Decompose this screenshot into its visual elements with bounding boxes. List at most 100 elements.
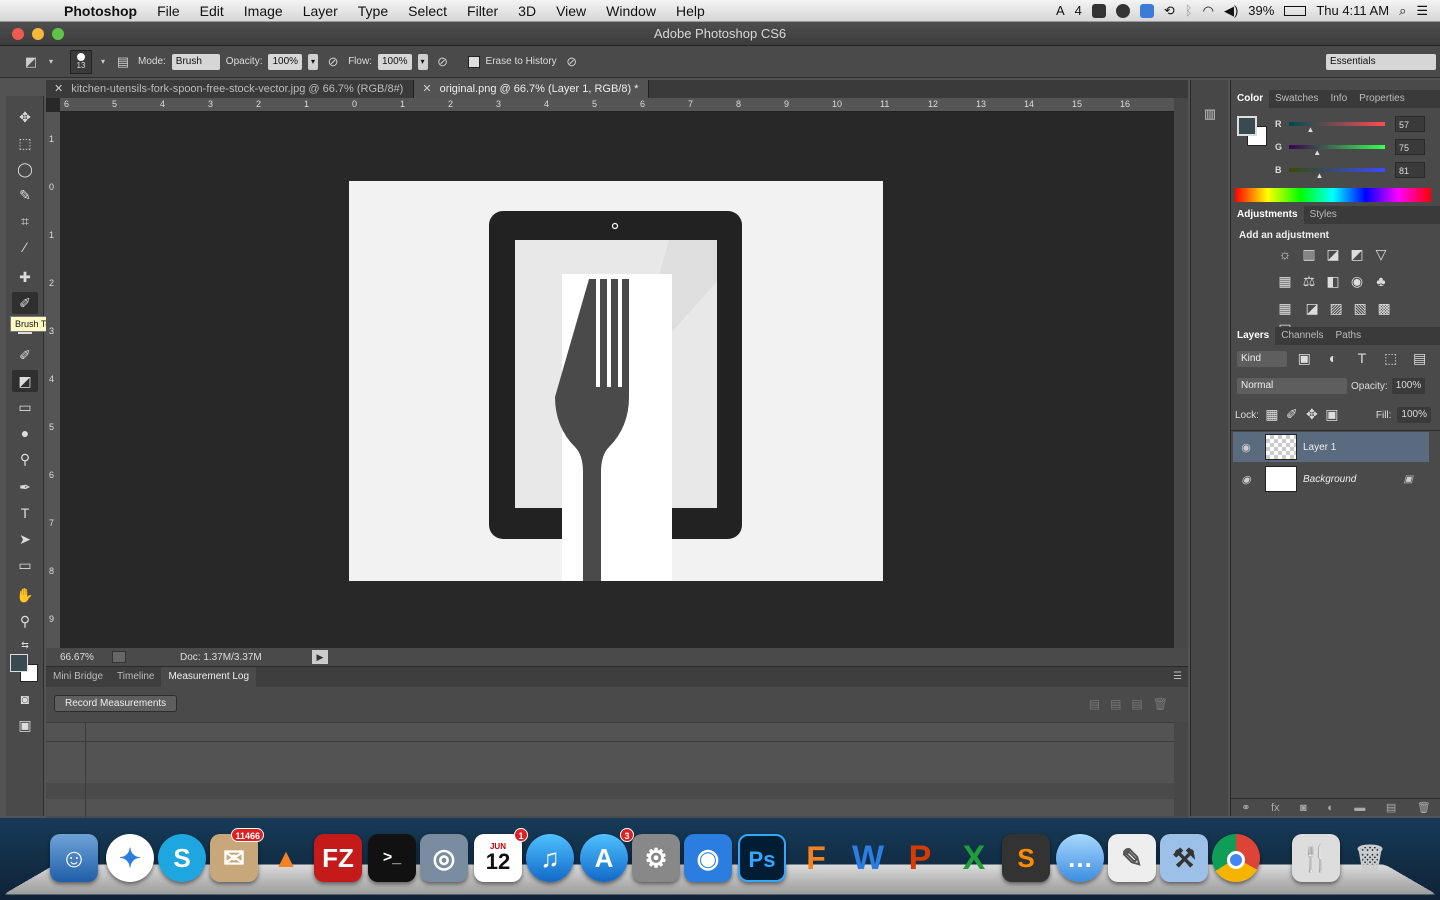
system-preferences-icon[interactable]: ⚙ xyxy=(632,834,680,882)
new-group-icon[interactable]: ▬ xyxy=(1354,802,1365,814)
flow-dropdown-icon[interactable]: ▾ xyxy=(417,53,428,70)
menu-window[interactable]: Window xyxy=(596,3,666,19)
brightness-icon[interactable]: ☼ xyxy=(1273,246,1297,264)
excel-icon[interactable]: X xyxy=(950,834,998,882)
filter-type-icon[interactable]: T xyxy=(1351,350,1374,368)
blue-track[interactable]: ▲ xyxy=(1289,168,1385,180)
mail-icon[interactable]: ✉ 11466 xyxy=(210,828,264,882)
color-lookup-icon[interactable]: ▦ xyxy=(1273,300,1297,318)
red-track[interactable]: ▲ xyxy=(1289,122,1385,134)
finder-icon[interactable]: ☺ xyxy=(50,834,98,882)
dodge-tool-icon[interactable]: ⚲ xyxy=(12,448,38,470)
vertical-ruler[interactable]: 1 0 1 2 3 4 5 6 7 8 9 xyxy=(46,112,60,648)
menu-file[interactable]: File xyxy=(147,3,190,19)
healing-brush-tool-icon[interactable]: ✚ xyxy=(12,266,38,288)
powerpoint-icon[interactable]: P xyxy=(896,834,944,882)
layer-row-layer-1[interactable]: ◉ Layer 1 xyxy=(1233,432,1429,462)
swap-colors-icon[interactable]: ⇆ xyxy=(12,634,38,656)
slider-thumb-icon[interactable]: ▲ xyxy=(1315,171,1323,180)
pressure-size-icon[interactable]: ⊘ xyxy=(563,54,581,70)
wifi-icon[interactable]: ◠ xyxy=(1203,3,1214,19)
tab-info[interactable]: Info xyxy=(1324,90,1353,108)
battery-icon[interactable] xyxy=(1284,5,1307,16)
gradient-tool-icon[interactable]: ▭ xyxy=(12,396,38,418)
history-panel-icon[interactable]: ▥ xyxy=(1201,106,1219,124)
black-white-icon[interactable]: ◧ xyxy=(1321,273,1345,291)
type-tool-icon[interactable]: T xyxy=(12,502,38,524)
status-menu-arrow-icon[interactable]: ▶ xyxy=(312,650,328,664)
lock-transparency-icon[interactable]: ▦ xyxy=(1265,406,1279,424)
screen-icon[interactable] xyxy=(1091,3,1106,18)
applications-folder-icon[interactable]: 🍴 xyxy=(1292,834,1340,882)
curves-icon[interactable]: ◪ xyxy=(1321,246,1345,264)
layer-filter-kind[interactable]: Kind xyxy=(1237,351,1287,367)
measurement-scrollbar[interactable] xyxy=(1174,722,1188,816)
blend-mode-select[interactable]: Normal xyxy=(1237,378,1347,394)
close-tab-icon[interactable]: ✕ xyxy=(54,83,63,95)
notification-center-icon[interactable]: ☰ xyxy=(1416,3,1428,19)
blue-value[interactable]: 81 xyxy=(1395,162,1425,178)
layer-name[interactable]: Layer 1 xyxy=(1303,442,1336,453)
minimize-window-icon[interactable] xyxy=(32,28,44,40)
vertical-scrollbar[interactable] xyxy=(1174,98,1188,648)
tab-styles[interactable]: Styles xyxy=(1304,206,1343,224)
exposure-icon[interactable]: ◩ xyxy=(1345,246,1369,264)
menu-select[interactable]: Select xyxy=(398,3,457,19)
tab-measurement-log[interactable]: Measurement Log xyxy=(161,667,257,687)
tab-color[interactable]: Color xyxy=(1231,90,1270,108)
opacity-input[interactable]: 100% xyxy=(268,53,303,70)
menu-filter[interactable]: Filter xyxy=(457,3,508,19)
screen-mode-icon[interactable]: ▣ xyxy=(12,714,38,736)
brush-preset-picker[interactable]: 13 xyxy=(70,49,92,74)
tab-channels[interactable]: Channels xyxy=(1275,327,1329,345)
lock-position-icon[interactable]: ✥ xyxy=(1305,406,1319,424)
marquee-tool-icon[interactable]: ⬚ xyxy=(12,132,38,154)
select-all-measurements-icon[interactable]: ▤ xyxy=(1089,697,1100,711)
move-tool-icon[interactable]: ✥ xyxy=(12,106,38,128)
red-value[interactable]: 57 xyxy=(1395,116,1425,132)
skype-icon[interactable]: S xyxy=(158,834,206,882)
preview-icon[interactable]: ◎ xyxy=(420,834,468,882)
zoom-tool-icon[interactable]: ⚲ xyxy=(12,610,38,632)
tab-mini-bridge[interactable]: Mini Bridge xyxy=(46,667,110,687)
green-value[interactable]: 75 xyxy=(1395,139,1425,155)
menu-layer[interactable]: Layer xyxy=(293,3,348,19)
levels-icon[interactable]: ▥ xyxy=(1297,246,1321,264)
trash-icon[interactable]: 🗑 xyxy=(1346,834,1394,882)
photoshop-icon[interactable]: Ps xyxy=(738,834,786,882)
textedit-icon[interactable]: ✎ xyxy=(1108,834,1156,882)
app-store-icon[interactable]: A3 xyxy=(580,828,634,882)
brush-picker-dropdown-icon[interactable]: ▾ xyxy=(98,54,108,70)
color-foreground-swatch[interactable] xyxy=(1237,116,1257,136)
adobe-status-icon[interactable]: A xyxy=(1056,3,1065,18)
time-machine-icon[interactable]: ⟲ xyxy=(1164,3,1175,19)
red-slider[interactable]: R ▲ 57 xyxy=(1275,114,1435,134)
itunes-icon[interactable]: ♫ xyxy=(526,834,574,882)
deselect-measurements-icon[interactable]: ▤ xyxy=(1110,697,1121,711)
foreground-color-swatch[interactable] xyxy=(10,654,28,672)
doc-tab-original[interactable]: ✕ original.png @ 66.7% (Layer 1, RGB/8) * xyxy=(414,80,650,98)
add-mask-icon[interactable]: ◙ xyxy=(1300,802,1307,814)
visibility-eye-icon[interactable]: ◉ xyxy=(1233,473,1259,486)
calendar-icon[interactable]: JUN 12 1 xyxy=(474,828,528,882)
zoom-level[interactable]: 66.67% xyxy=(46,652,104,663)
opacity-dropdown-icon[interactable]: ▾ xyxy=(308,53,319,70)
fill-input[interactable]: 100% xyxy=(1397,407,1431,423)
bluetooth-icon[interactable]: ᛒ xyxy=(1185,3,1193,18)
menu-help[interactable]: Help xyxy=(666,3,715,19)
vlc-icon[interactable]: ▲ xyxy=(262,834,310,882)
lasso-tool-icon[interactable]: ◯ xyxy=(12,158,38,180)
spotlight-icon[interactable]: ⌕ xyxy=(1399,3,1406,19)
layer-name[interactable]: Background xyxy=(1303,474,1356,485)
eraser-tool-icon[interactable]: ◩ xyxy=(12,370,38,392)
lock-pixels-icon[interactable]: ✐ xyxy=(1285,406,1299,424)
panel-menu-icon[interactable]: ☰ xyxy=(1173,667,1188,687)
menu-edit[interactable]: Edit xyxy=(190,3,234,19)
blur-tool-icon[interactable]: ● xyxy=(12,422,38,444)
hue-saturation-icon[interactable]: ▦ xyxy=(1273,273,1297,291)
evernote-icon[interactable] xyxy=(1115,3,1130,18)
menu-app[interactable]: Photoshop xyxy=(54,3,147,19)
dropbox-icon[interactable] xyxy=(1139,3,1154,18)
menu-image[interactable]: Image xyxy=(234,3,293,19)
battery-percent[interactable]: 39% xyxy=(1248,3,1274,18)
